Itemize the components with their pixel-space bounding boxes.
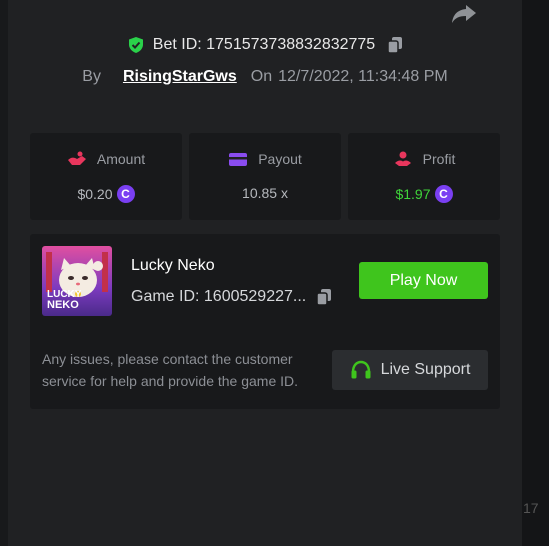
bet-id-text: Bet ID: 1751573738832832775 [152,36,376,53]
game-card: LUCKY NEKO Lucky Neko Game ID: 160052922… [30,234,500,409]
background-right-panel [522,0,549,546]
by-label: By [82,68,101,85]
payout-card: Payout 10.85 x [189,133,341,220]
headset-icon [351,360,371,379]
game-id-row: Game ID: 1600529227... [131,288,332,306]
payout-value: 10.85 x [242,185,288,201]
bet-details-modal: Bet ID: 1751573738832832775 By RisingSta… [8,0,522,546]
background-left-panel [0,0,8,546]
game-thumbnail[interactable]: LUCKY NEKO [42,246,112,316]
coin-icon: C [116,185,135,203]
amount-icon [67,151,86,165]
share-icon[interactable] [450,2,478,26]
on-label: On [250,68,273,85]
copy-game-id-icon[interactable] [316,288,332,306]
live-support-label: Live Support [380,361,471,378]
copy-bet-id-icon[interactable] [387,36,403,54]
profit-value: $1.97 [395,186,431,202]
bet-datetime: 12/7/2022, 11:34:48 PM [278,68,448,85]
coin-icon: C [434,185,453,203]
thumb-logo-line2: NEKO [47,299,79,311]
amount-card: Amount $0.20 C [30,133,182,220]
game-name: Lucky Neko [131,257,215,274]
author-row: By RisingStarGws On 12/7/2022, 11:34:48 … [8,68,522,86]
amount-label: Amount [96,151,146,167]
username-link[interactable]: RisingStarGws [123,68,237,86]
bet-id-row: Bet ID: 1751573738832832775 [8,36,522,54]
play-now-button[interactable]: Play Now [359,262,488,299]
support-message: Any issues, please contact the customer … [42,351,299,389]
payout-label: Payout [258,151,302,167]
amount-value: $0.20 [77,186,113,202]
background-peek-text: 17 [523,500,539,516]
game-id-text: Game ID: 1600529227... [131,288,307,305]
profit-card: Profit $1.97 C [348,133,500,220]
profit-icon [394,151,411,166]
profit-label: Profit [422,151,456,167]
live-support-button[interactable]: Live Support [332,350,488,390]
shield-check-icon [128,37,143,53]
card-icon [229,153,248,166]
